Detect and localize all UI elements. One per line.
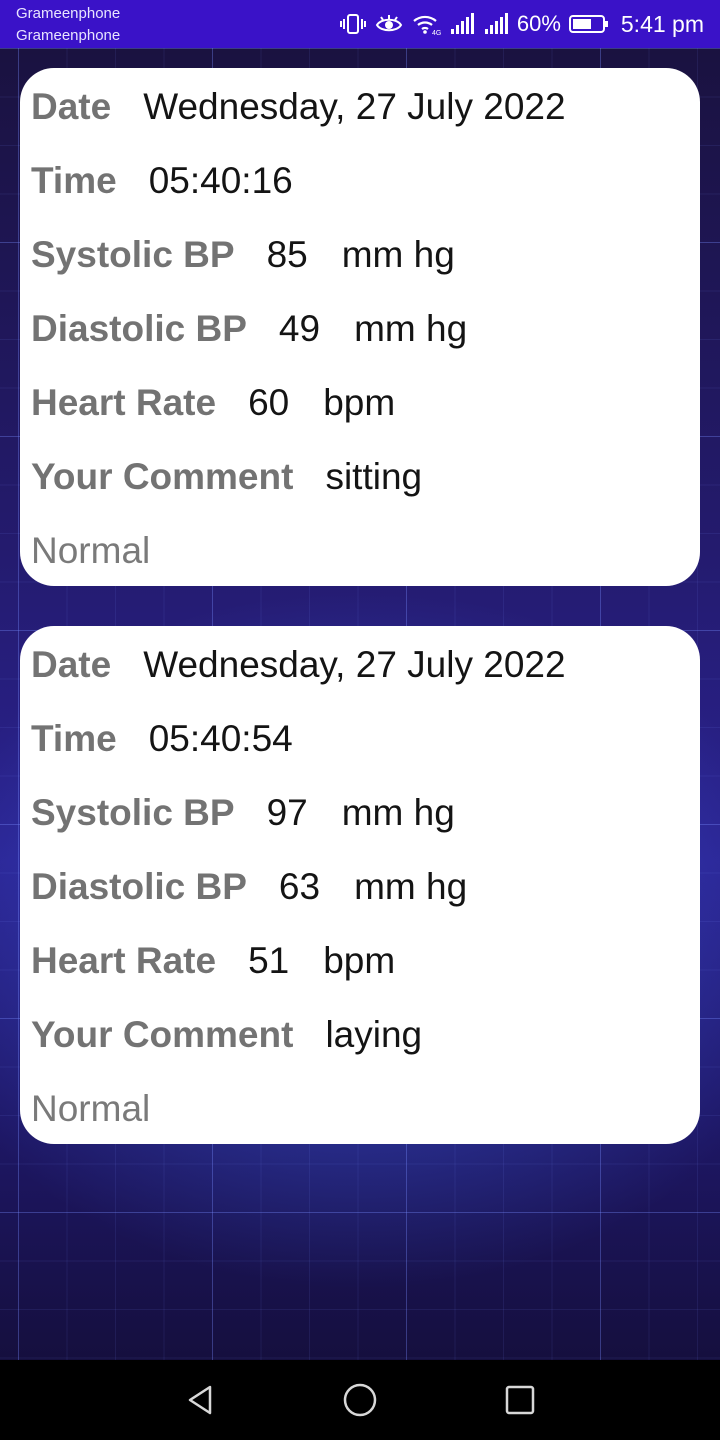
carrier-name-secondary: Grameenphone: [16, 27, 121, 44]
diastolic-value: 49: [278, 308, 321, 349]
diastolic-label: Diastolic BP: [31, 308, 247, 349]
diastolic-label: Diastolic BP: [31, 866, 247, 907]
time-row: Time 05:40:54: [31, 714, 293, 764]
heart-rate-row: Heart Rate 60 bpm: [31, 378, 395, 428]
comment-row: Your Comment laying: [31, 1010, 422, 1060]
eye-icon: [375, 12, 403, 36]
heart-rate-unit: bpm: [323, 382, 396, 423]
back-icon[interactable]: [178, 1378, 222, 1422]
time-label: Time: [31, 718, 117, 759]
comment-label: Your Comment: [31, 456, 294, 497]
signal-icon: [449, 12, 475, 36]
systolic-value: 85: [266, 234, 308, 275]
heart-rate-value: 60: [248, 382, 290, 423]
clock: 5:41 pm: [620, 10, 704, 37]
home-icon[interactable]: [338, 1378, 382, 1422]
systolic-row: Systolic BP 85 mm hg: [31, 230, 455, 280]
diastolic-unit: mm hg: [354, 866, 468, 907]
battery-percentage: 60%: [516, 11, 561, 36]
time-row: Time 05:40:16: [31, 156, 293, 206]
comment-value: sitting: [325, 456, 423, 497]
date-label: Date: [31, 644, 112, 685]
diastolic-value: 63: [278, 866, 321, 907]
date-row: Date Wednesday, 27 July 2022: [31, 640, 566, 690]
systolic-row: Systolic BP 97 mm hg: [31, 788, 455, 838]
heart-rate-label: Heart Rate: [31, 382, 217, 423]
comment-row: Your Comment sitting: [31, 452, 422, 502]
systolic-label: Systolic BP: [31, 234, 235, 275]
date-row: Date Wednesday, 27 July 2022: [31, 82, 566, 132]
comment-value: laying: [325, 1014, 423, 1055]
heart-rate-label: Heart Rate: [31, 940, 217, 981]
bp-status-text: Normal: [31, 530, 151, 571]
bp-status-text: Normal: [31, 1088, 151, 1129]
systolic-unit: mm hg: [341, 792, 455, 833]
diastolic-row: Diastolic BP 49 mm hg: [31, 304, 467, 354]
status-bar: Grameenphone Grameenphone 4G 60% 5:41 pm: [0, 0, 720, 48]
vibrate-icon: [339, 12, 367, 36]
heart-rate-row: Heart Rate 51 bpm: [31, 936, 395, 986]
bp-record-card[interactable]: Date Wednesday, 27 July 2022 Time 05:40:…: [20, 68, 700, 586]
date-value: Wednesday, 27 July 2022: [143, 644, 566, 685]
heart-rate-value: 51: [248, 940, 290, 981]
carrier-name: Grameenphone: [16, 5, 121, 22]
bp-record-card[interactable]: Date Wednesday, 27 July 2022 Time 05:40:…: [20, 626, 700, 1144]
signal-icon: [483, 12, 509, 36]
diastolic-row: Diastolic BP 63 mm hg: [31, 862, 467, 912]
status-row: Normal: [31, 526, 150, 576]
systolic-unit: mm hg: [341, 234, 455, 275]
date-value: Wednesday, 27 July 2022: [143, 86, 566, 127]
time-label: Time: [31, 160, 117, 201]
svg-text:4G: 4G: [432, 30, 441, 36]
status-row: Normal: [31, 1084, 150, 1134]
recents-icon[interactable]: [498, 1378, 542, 1422]
comment-label: Your Comment: [31, 1014, 294, 1055]
navigation-bar: [0, 1360, 720, 1440]
systolic-value: 97: [266, 792, 308, 833]
date-label: Date: [31, 86, 112, 127]
diastolic-unit: mm hg: [354, 308, 468, 349]
heart-rate-unit: bpm: [323, 940, 396, 981]
systolic-label: Systolic BP: [31, 792, 235, 833]
wifi-icon: 4G: [411, 12, 441, 36]
battery-icon: [568, 12, 609, 36]
time-value: 05:40:16: [148, 160, 293, 201]
time-value: 05:40:54: [148, 718, 293, 759]
